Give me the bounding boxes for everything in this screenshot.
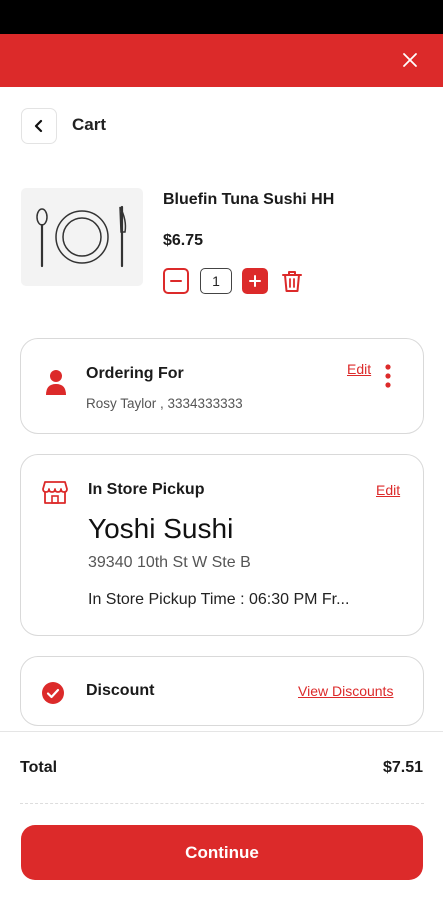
quantity-stepper: 1 [163, 268, 304, 294]
total-label: Total [20, 759, 58, 776]
back-button[interactable] [21, 108, 57, 144]
edit-pickup-link[interactable]: Edit [376, 482, 400, 498]
item-price: $6.75 [163, 232, 204, 249]
check-circle-icon [42, 682, 64, 709]
person-icon [45, 368, 67, 401]
header-bar [0, 34, 443, 87]
plus-icon [249, 275, 261, 287]
ordering-for-details: Rosy Taylor , 3334333333 [86, 396, 243, 411]
discount-title: Discount [86, 682, 155, 699]
status-bar [0, 0, 443, 34]
quantity-value: 1 [200, 268, 232, 294]
trash-icon [282, 271, 302, 292]
chevron-left-icon [34, 119, 43, 133]
view-discounts-link[interactable]: View Discounts [298, 683, 393, 699]
pickup-time: In Store Pickup Time : 06:30 PM Fr... [88, 591, 350, 608]
pickup-card: In Store Pickup Edit Yoshi Sushi 39340 1… [20, 454, 424, 636]
discount-card: Discount View Discounts [20, 656, 424, 726]
more-options-button[interactable] [384, 363, 392, 389]
total-value: $7.51 [382, 759, 423, 776]
close-button[interactable] [401, 51, 419, 69]
store-icon [42, 479, 68, 510]
more-vertical-icon [385, 364, 391, 388]
pickup-title: In Store Pickup [88, 481, 205, 498]
store-name: Yoshi Sushi [88, 513, 234, 544]
remove-item-button[interactable] [280, 268, 304, 294]
close-icon [403, 53, 417, 67]
decrease-quantity-button[interactable] [163, 268, 189, 294]
minus-icon [170, 280, 182, 282]
summary-divider [0, 731, 443, 732]
ordering-for-title: Ordering For [86, 365, 184, 382]
item-name: Bluefin Tuna Sushi HH [163, 191, 335, 208]
item-image [21, 188, 143, 286]
store-address: 39340 10th St W Ste B [88, 554, 251, 571]
continue-button[interactable]: Continue [21, 825, 423, 880]
total-separator [20, 803, 424, 804]
edit-ordering-for-link[interactable]: Edit [347, 361, 371, 377]
ordering-for-card: Ordering For Rosy Taylor , 3334333333 Ed… [20, 338, 424, 434]
page-title: Cart [72, 115, 107, 134]
plate-cutlery-icon [36, 205, 127, 268]
increase-quantity-button[interactable] [242, 268, 268, 294]
